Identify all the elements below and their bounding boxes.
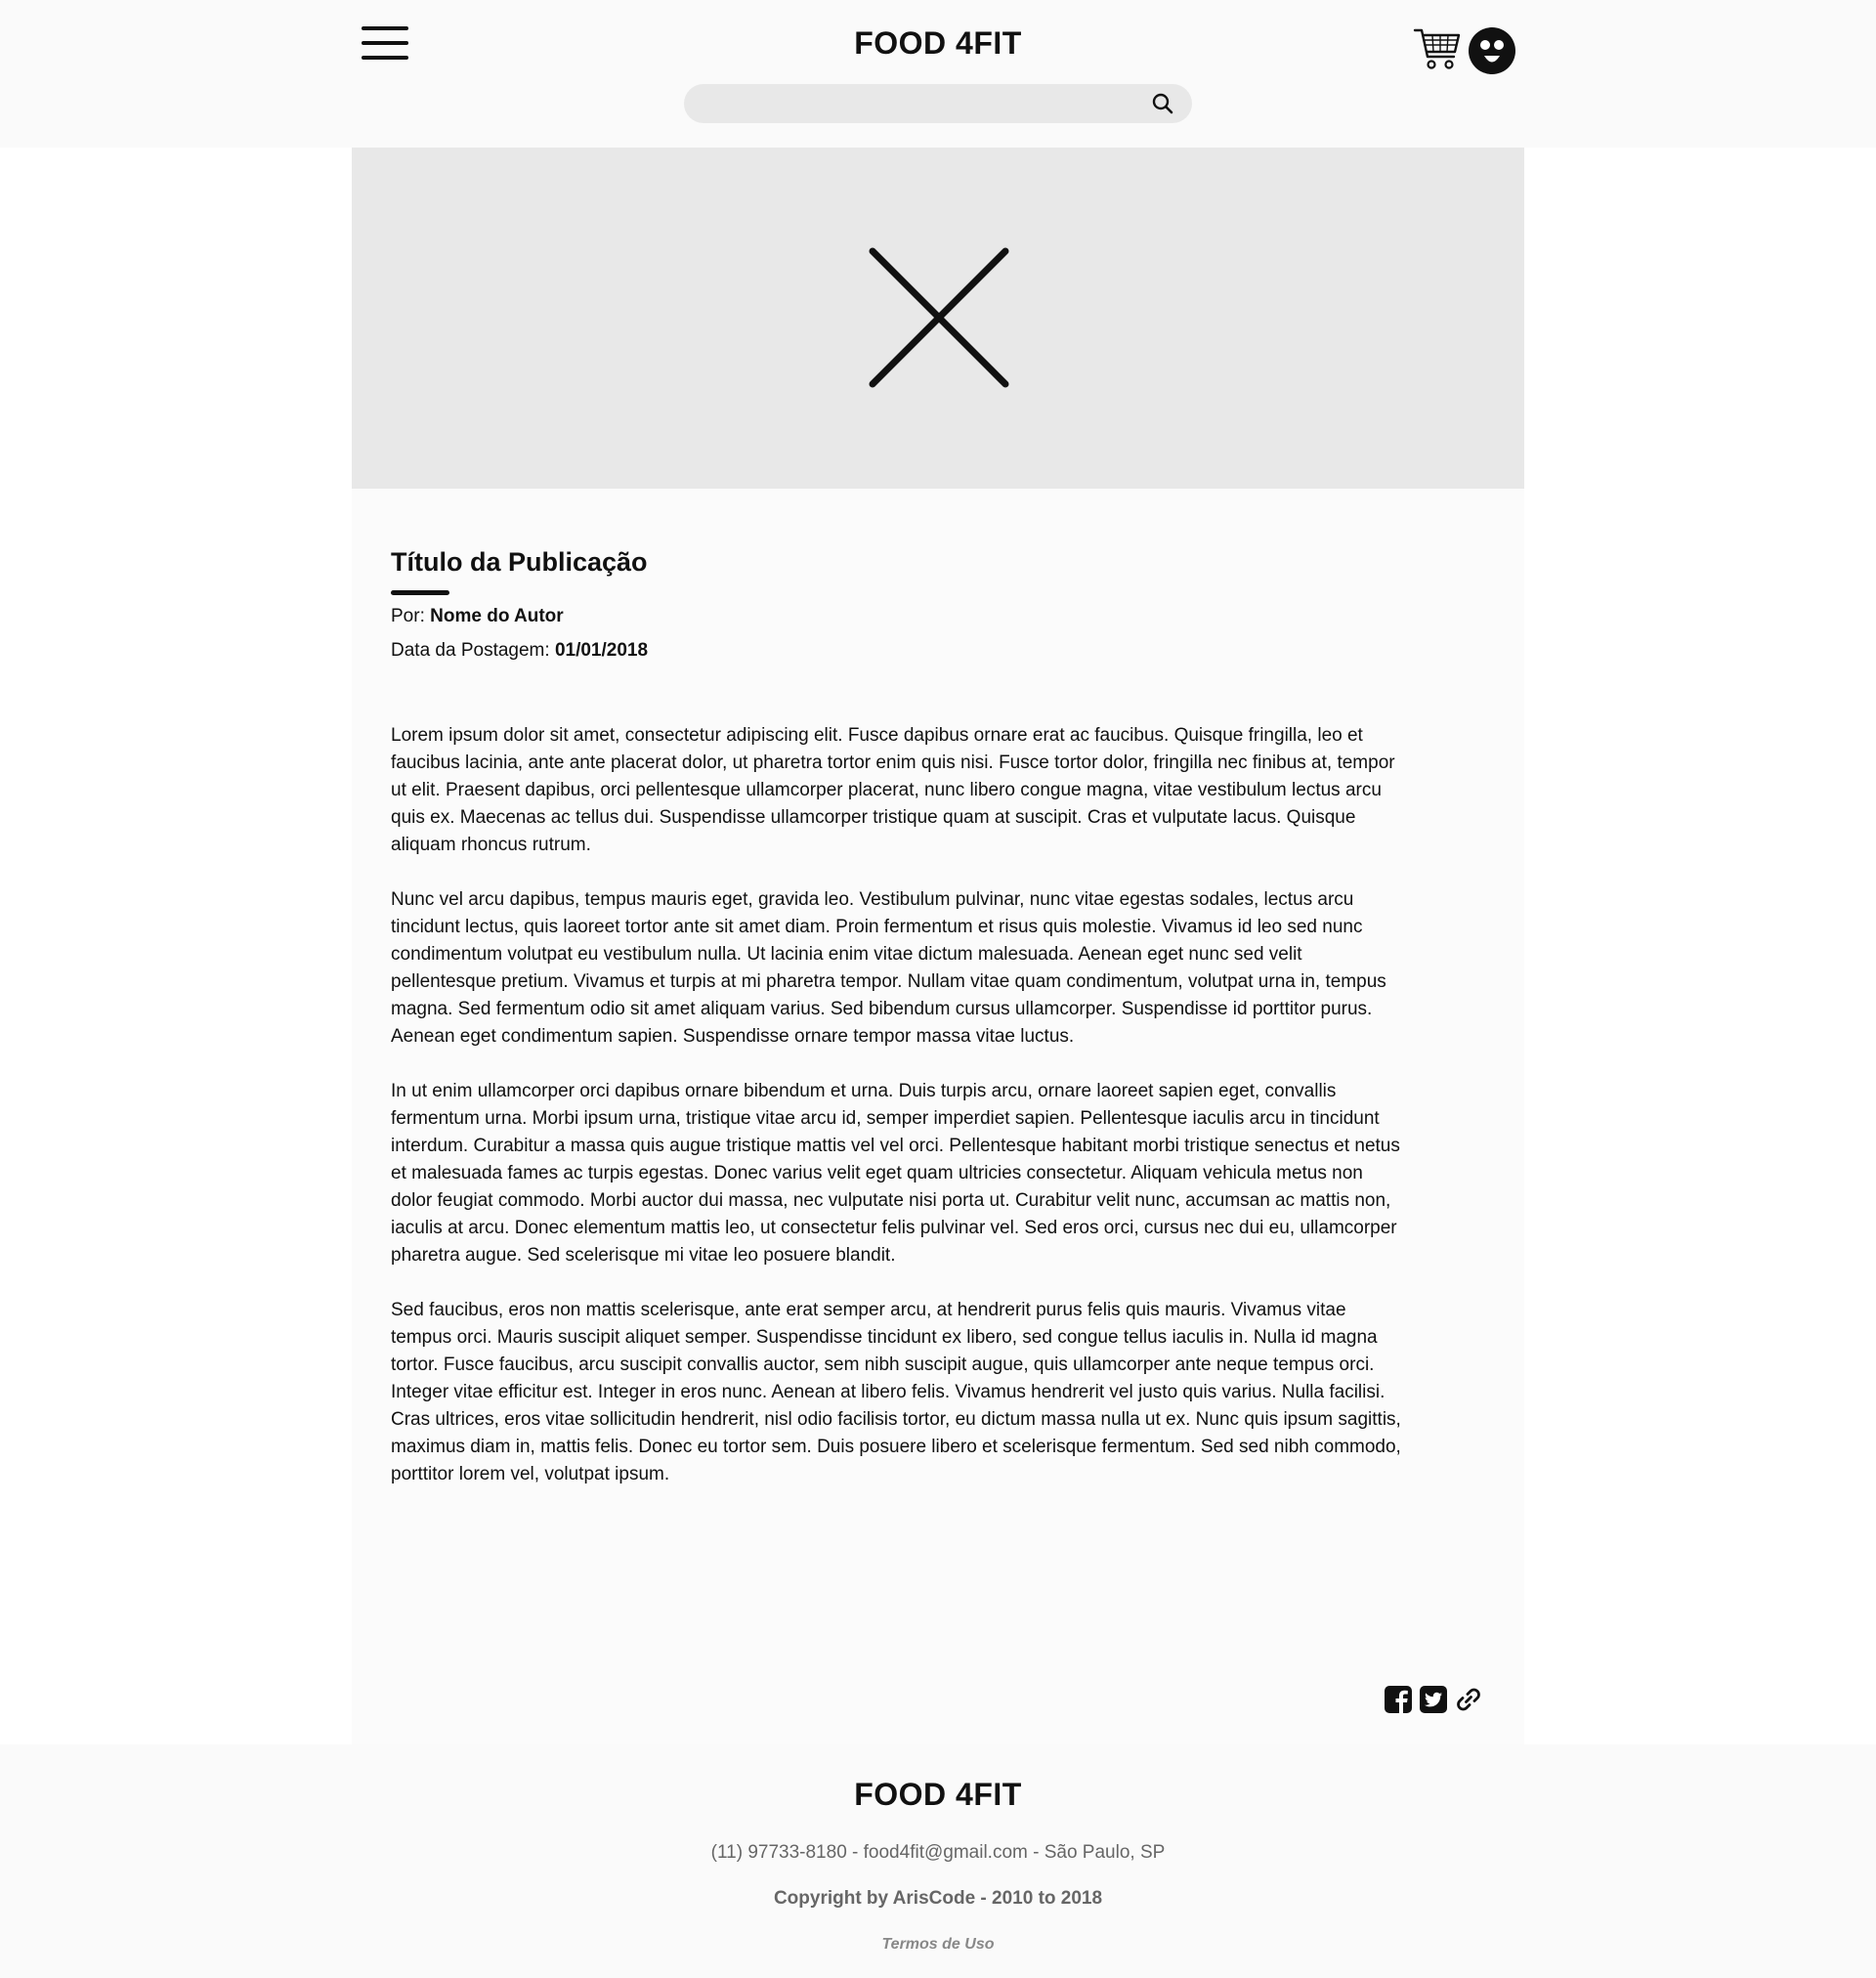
avatar-face-icon [1480, 40, 1504, 63]
site-brand[interactable]: FOOD 4FIT [743, 25, 1133, 62]
footer-brand: FOOD 4FIT [854, 1777, 1022, 1812]
post-paragraph: In ut enim ullamcorper orci dapibus orna… [391, 1081, 1400, 1266]
twitter-icon[interactable] [1419, 1685, 1448, 1714]
author-label: Por: [391, 606, 425, 626]
article-container: Título da Publicação Por: Nome do Autor … [352, 148, 1524, 1744]
author-name: Nome do Autor [430, 606, 564, 626]
search-icon[interactable] [1151, 92, 1174, 115]
menu-bar [362, 56, 408, 60]
footer-contact: (11) 97733-8180 - food4fit@gmail.com - S… [710, 1842, 1166, 1863]
post-date: Data da Postagem: 01/01/2018 [391, 640, 648, 662]
image-placeholder-x-icon [869, 247, 1009, 388]
post-body: Lorem ipsum dolor sit amet, consectetur … [391, 722, 1407, 1516]
date-value: 01/01/2018 [554, 640, 649, 661]
facebook-icon[interactable] [1384, 1685, 1413, 1714]
post-title: Título da Publicação [391, 547, 648, 577]
site-footer: FOOD 4FIT (11) 97733-8180 - food4fit@gma… [0, 1744, 1876, 1978]
date-label: Data da Postagem: [391, 640, 550, 661]
search-bar [684, 84, 1192, 123]
menu-bar [362, 26, 408, 30]
link-icon[interactable] [1454, 1685, 1483, 1714]
hamburger-menu-icon[interactable] [362, 26, 408, 62]
footer-copyright: Copyright by ArisCode - 2010 to 2018 [773, 1888, 1103, 1909]
post-paragraph: Lorem ipsum dolor sit amet, consectetur … [391, 725, 1395, 855]
menu-bar [362, 41, 408, 45]
search-input[interactable] [704, 84, 1133, 123]
hero-image-placeholder [352, 148, 1524, 489]
cart-icon[interactable] [1413, 26, 1462, 71]
title-underline [391, 590, 449, 595]
site-header: FOOD 4FIT [0, 0, 1876, 148]
post-paragraph: Sed faucibus, eros non mattis scelerisqu… [391, 1300, 1401, 1484]
terms-link[interactable]: Termos de Uso [0, 1936, 1876, 1954]
post-author: Por: Nome do Autor [391, 606, 564, 627]
user-avatar-icon[interactable] [1469, 27, 1515, 74]
post-paragraph: Nunc vel arcu dapibus, tempus mauris ege… [391, 889, 1386, 1047]
